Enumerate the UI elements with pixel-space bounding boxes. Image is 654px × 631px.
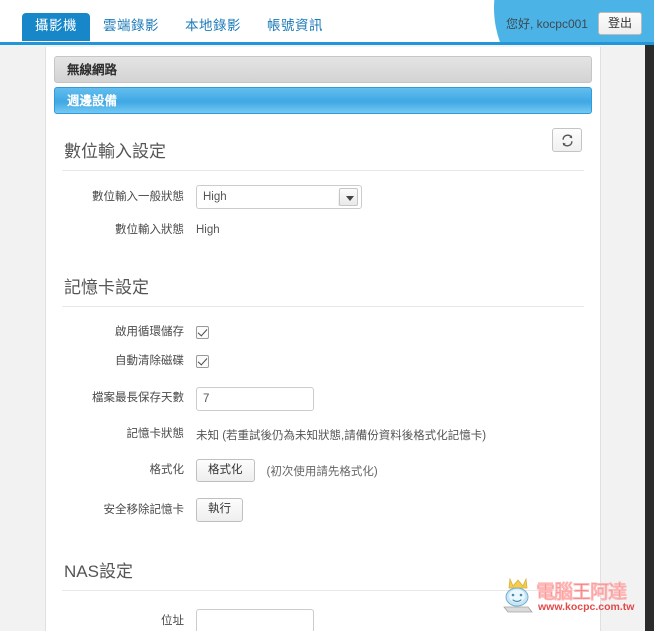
main-tabs: 攝影機 雲端錄影 本地錄影 帳號資訊 — [22, 13, 336, 41]
row-max-retention-days: 檔案最長保存天數 — [62, 386, 584, 411]
tab-account-info[interactable]: 帳號資訊 — [254, 13, 336, 41]
refresh-icon[interactable] — [552, 128, 582, 152]
tab-camera[interactable]: 攝影機 — [22, 13, 90, 41]
label-memory-card-status: 記憶卡狀態 — [126, 428, 185, 441]
accordion-header-peripherals[interactable]: 週邊設備 — [54, 87, 592, 114]
label-max-retention-days: 檔案最長保存天數 — [92, 392, 184, 405]
user-greeting: 您好, kocpc001 — [505, 17, 588, 32]
row-nas-address: 位址 — [62, 609, 584, 631]
max-retention-days-input[interactable] — [196, 386, 314, 411]
safe-remove-execute-button[interactable]: 執行 — [196, 498, 243, 523]
app-window: 攝影機 雲端錄影 本地錄影 帳號資訊 您好, kocpc001 登出 無線網路 — [0, 0, 654, 631]
tab-cloud-recording-label: 雲端錄影 — [103, 18, 159, 33]
label-auto-clean-disk: 自動清除磁碟 — [115, 354, 184, 367]
row-safe-remove-memory-card: 安全移除記憶卡 執行 — [62, 498, 584, 523]
label-digital-input-state: 數位輸入狀態 — [115, 224, 184, 236]
row-digital-input-normal-state: 數位輸入一般狀態 High Low — [62, 185, 584, 209]
digital-input-normal-state-select-wrap: High Low — [196, 185, 362, 209]
label-nas-address: 位址 — [161, 614, 184, 627]
tab-local-recording[interactable]: 本地錄影 — [172, 13, 254, 41]
section-title-nas: NAS設定 — [62, 548, 584, 592]
accordion-content-peripherals: 數位輸入設定 數位輸入一般狀態 High 數位輸入狀態 High 記憶卡設定 啟… — [46, 118, 600, 631]
row-format-memory-card: 格式化 格式化 (初次使用請先格式化) — [62, 458, 584, 483]
digital-input-normal-state-select[interactable]: High Low — [196, 185, 362, 209]
nas-address-input[interactable] — [196, 609, 314, 631]
section-title-memory-card-text: 記憶卡設定 — [64, 277, 149, 297]
row-auto-clean-disk: 自動清除磁碟 — [62, 354, 584, 369]
label-cyclic-storage: 啟用循環儲存 — [115, 325, 184, 338]
settings-panel: 無線網路 週邊設備 數位輸入設定 數位輸入一般狀態 High 數位輸入狀態 Hi… — [45, 47, 601, 631]
label-safe-remove: 安全移除記憶卡 — [103, 503, 185, 516]
top-navigation-bar: 攝影機 雲端錄影 本地錄影 帳號資訊 您好, kocpc001 登出 — [0, 0, 654, 45]
user-area: 您好, kocpc001 登出 — [505, 12, 642, 36]
row-digital-input-state: 數位輸入狀態 High — [62, 223, 584, 238]
accordion-label-wireless-network: 無線網路 — [67, 63, 118, 77]
label-format: 格式化 — [149, 464, 185, 477]
value-digital-input-state: High — [196, 224, 220, 237]
section-title-memory-card: 記憶卡設定 — [62, 264, 584, 307]
page-body: 無線網路 週邊設備 數位輸入設定 數位輸入一般狀態 High 數位輸入狀態 Hi… — [0, 45, 654, 631]
value-memory-card-status: 未知 (若重試後仍為未知狀態,請備份資料後格式化記憶卡) — [196, 429, 487, 442]
format-hint: (初次使用請先格式化) — [266, 465, 378, 478]
checkbox-auto-clean-disk[interactable] — [196, 354, 209, 368]
section-title-digital-input: 數位輸入設定 — [62, 128, 584, 171]
format-button[interactable]: 格式化 — [196, 458, 255, 483]
tab-camera-label: 攝影機 — [35, 18, 77, 33]
label-digital-input-normal-state: 數位輸入一般狀態 — [92, 190, 184, 203]
tab-account-info-label: 帳號資訊 — [267, 18, 323, 33]
row-memory-card-status: 記憶卡狀態 未知 (若重試後仍為未知狀態,請備份資料後格式化記憶卡) — [62, 427, 584, 443]
right-edge-strip — [645, 45, 654, 631]
row-cyclic-storage: 啟用循環儲存 — [62, 325, 584, 340]
accordion-header-wireless-network[interactable]: 無線網路 — [54, 56, 592, 83]
tab-local-recording-label: 本地錄影 — [185, 18, 241, 33]
accordion-label-peripherals: 週邊設備 — [67, 94, 118, 108]
checkbox-cyclic-storage[interactable] — [196, 325, 209, 339]
section-title-nas-text: NAS設定 — [64, 562, 133, 582]
section-title-digital-input-text: 數位輸入設定 — [64, 142, 166, 161]
logout-button[interactable]: 登出 — [597, 12, 642, 36]
tab-cloud-recording[interactable]: 雲端錄影 — [90, 13, 172, 41]
